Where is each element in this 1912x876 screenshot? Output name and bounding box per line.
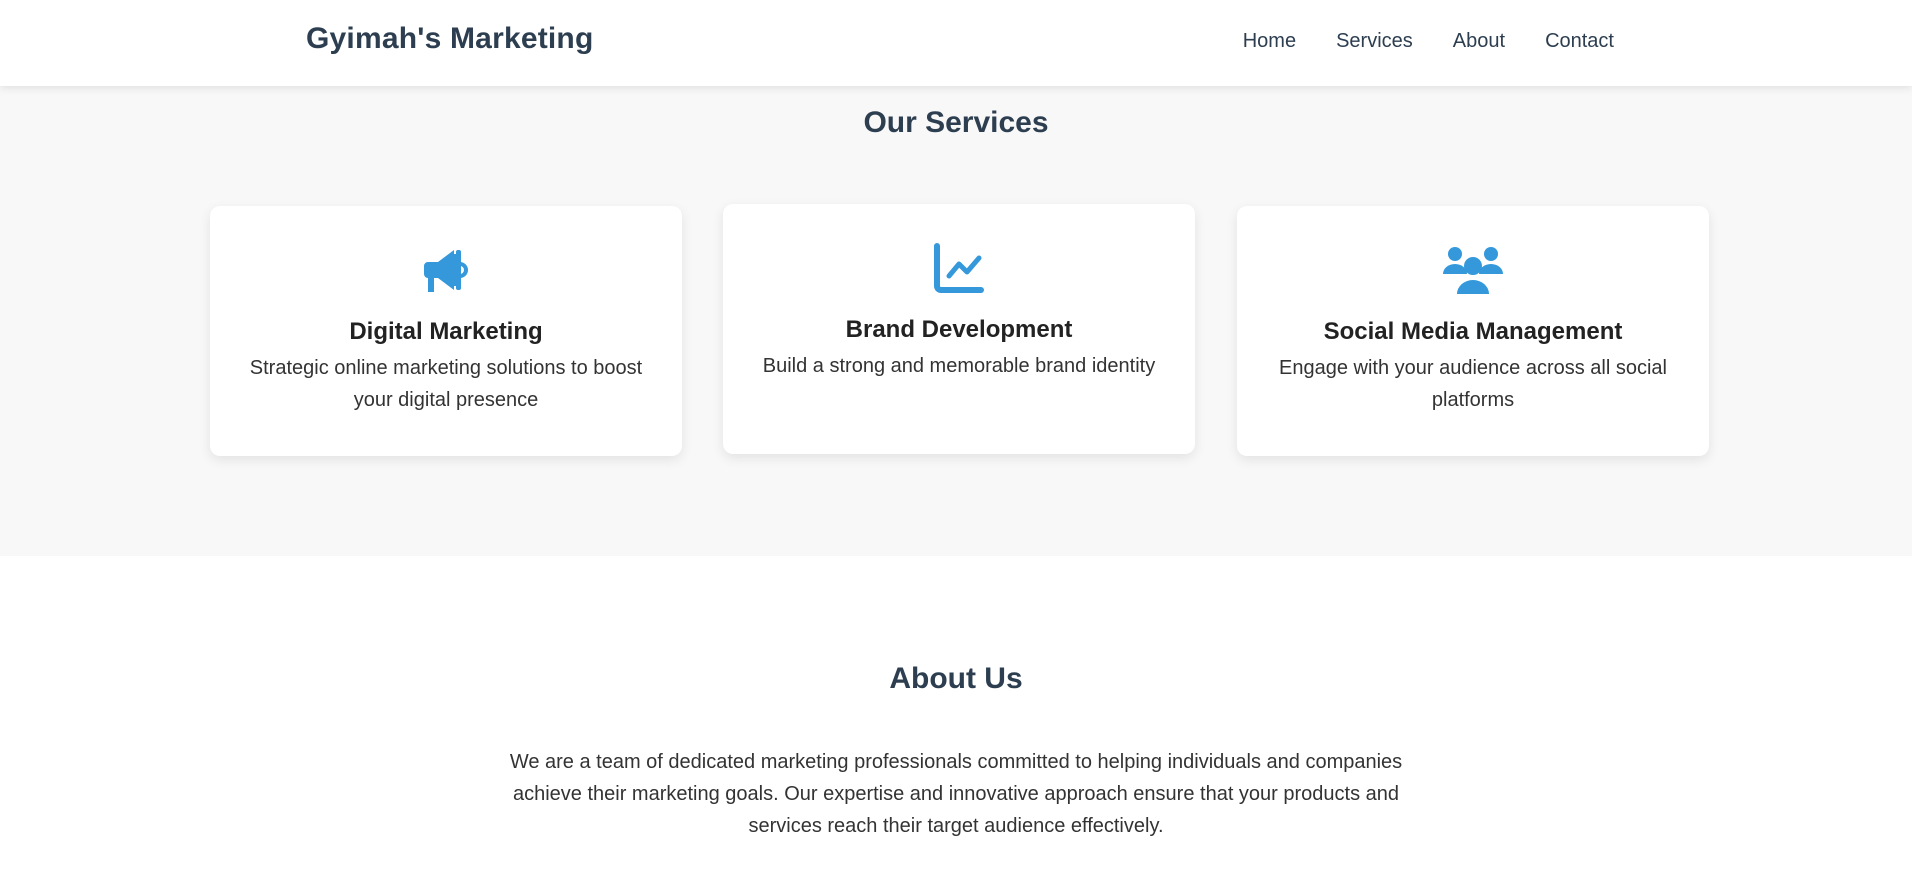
users-icon [1237,244,1709,296]
site-logo[interactable]: Gyimah's Marketing [306,22,594,56]
nav-contact-link[interactable]: Contact [1545,30,1614,53]
services-section: Our Services Digital Marketing Strategic… [0,86,1912,556]
about-title: About Us [889,662,1023,695]
service-card-brand-development: Brand Development Build a strong and mem… [723,204,1195,454]
service-card-social-media: Social Media Management Engage with your… [1237,206,1709,456]
chart-line-icon [723,242,1195,294]
nav-home-link[interactable]: Home [1243,30,1296,53]
about-text: We are a team of dedicated marketing pro… [509,751,1403,837]
megaphone-icon [210,244,682,296]
site-header: Gyimah's Marketing Home Services About C… [0,0,1912,86]
nav-about-link[interactable]: About [1453,30,1505,53]
service-card-text: Build a strong and memorable brand ident… [762,355,1156,377]
main-nav: Home Services About Contact [1243,30,1614,53]
services-title: Our Services [863,106,1049,139]
service-card-title: Brand Development [845,316,1073,343]
service-card-text: Engage with your audience across all soc… [1279,357,1667,411]
service-card-title: Social Media Management [1323,318,1623,345]
service-card-digital-marketing: Digital Marketing Strategic online marke… [210,206,682,456]
service-card-text: Strategic online marketing solutions to … [249,357,643,411]
nav-services-link[interactable]: Services [1336,30,1413,53]
service-card-title: Digital Marketing [349,318,543,345]
